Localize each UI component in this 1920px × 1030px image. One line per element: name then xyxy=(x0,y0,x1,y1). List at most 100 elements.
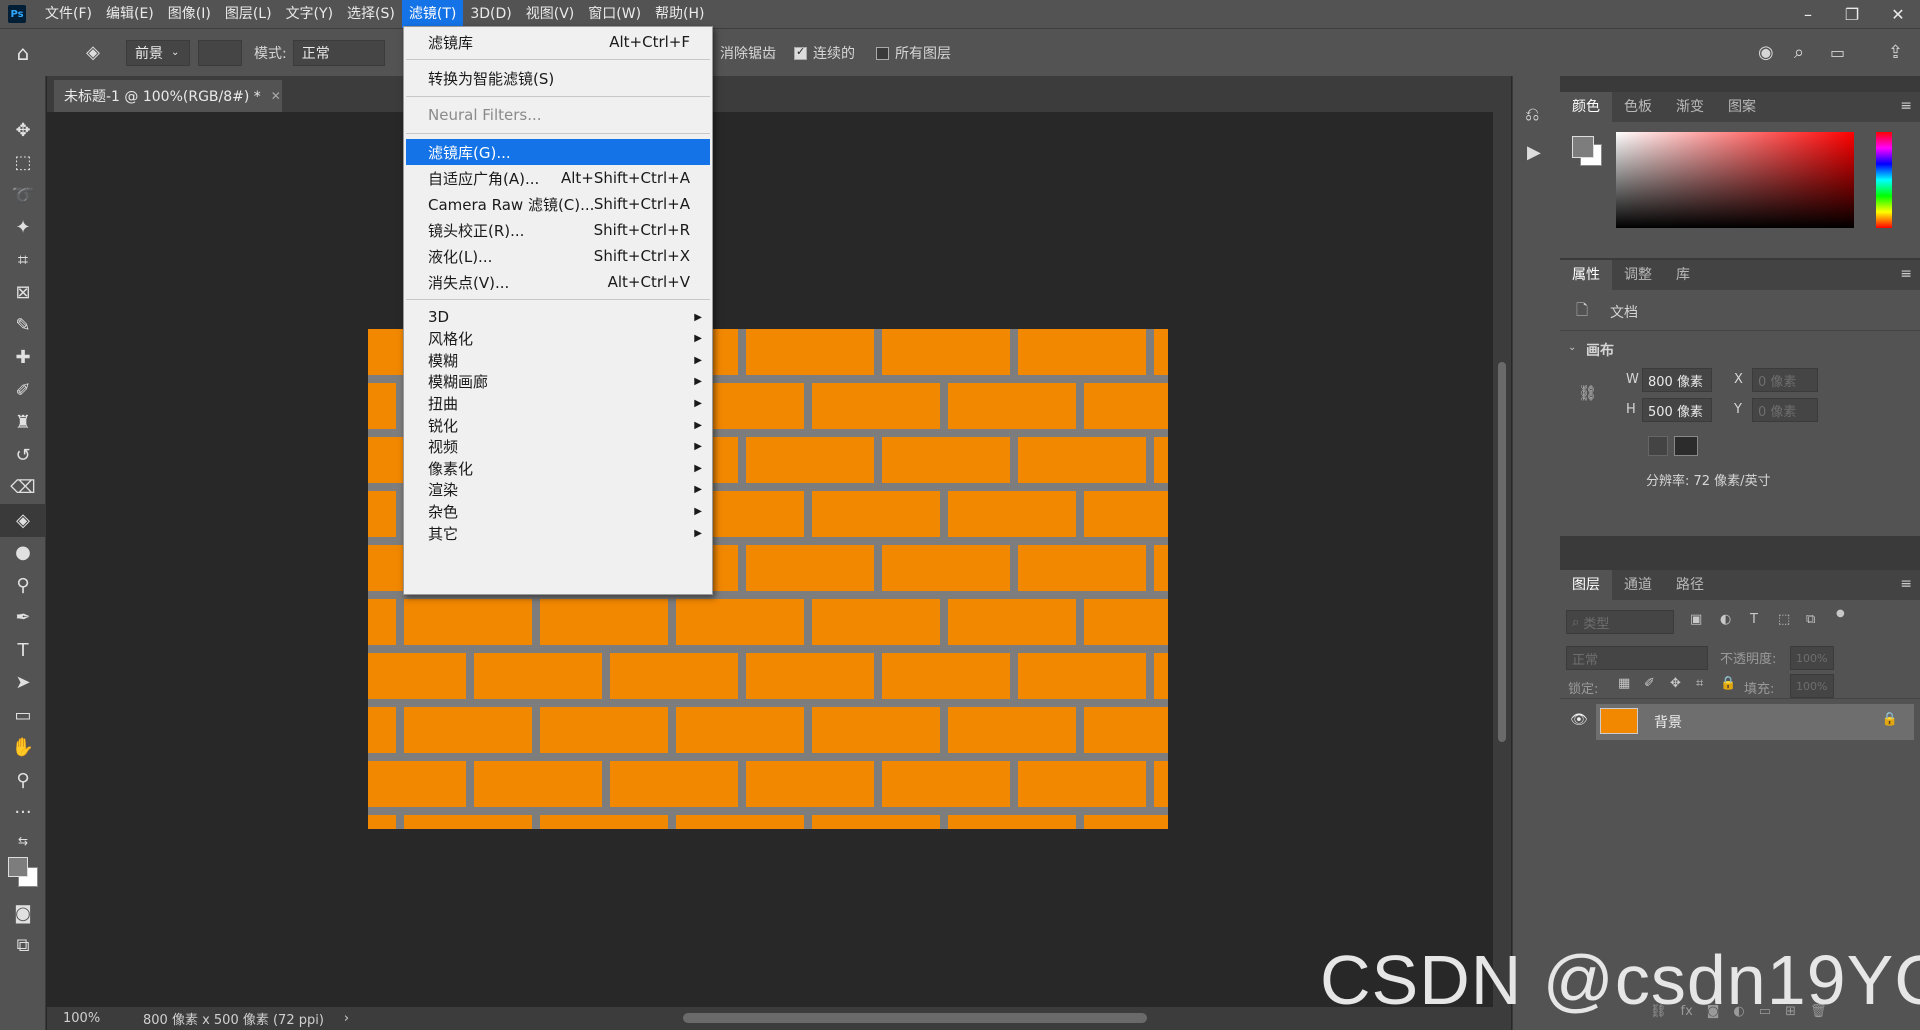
menu-item-neural-filters[interactable]: Neural Filters... xyxy=(406,102,710,128)
lock-position-icon[interactable]: ✥ xyxy=(1670,676,1681,691)
adjustment-filter-icon[interactable]: ◐ xyxy=(1720,612,1731,627)
fill-field[interactable]: 100% xyxy=(1790,674,1834,698)
lock-artboard-icon[interactable]: ⌗ xyxy=(1696,676,1703,691)
quick-mask-icon[interactable]: ◙ xyxy=(0,897,46,930)
vertical-scrollbar[interactable] xyxy=(1493,112,1511,1007)
fill-source-select[interactable]: 前景 ⌄ xyxy=(126,39,190,66)
height-field[interactable]: 500 像素 xyxy=(1642,398,1712,422)
link-icon[interactable]: ⛓ xyxy=(1578,384,1597,402)
move-tool-icon[interactable]: ✥ xyxy=(0,114,46,147)
foreground-color-chip[interactable] xyxy=(1572,136,1594,158)
menu-item-convert-smart-filters[interactable]: 转换为智能滤镜(S) xyxy=(406,65,710,91)
document-tab[interactable]: 未标题-1 @ 100%(RGB/8#) * ✕ xyxy=(54,80,282,112)
history-brush-tool-icon[interactable]: ↺ xyxy=(0,439,46,472)
submenu-item[interactable]: 像素化 ▶ xyxy=(406,457,710,479)
menu-view[interactable]: 视图(V) xyxy=(519,0,582,28)
panel-menu-icon[interactable]: ≡ xyxy=(1900,266,1912,282)
eye-visibility-icon[interactable]: 👁 xyxy=(1570,712,1588,728)
pen-tool-icon[interactable]: ✒ xyxy=(0,602,46,635)
brush-tool-icon[interactable]: ✐ xyxy=(0,374,46,407)
lasso-tool-icon[interactable]: ➰ xyxy=(0,179,46,212)
tab-properties[interactable]: 属性 xyxy=(1560,260,1612,290)
color-swatches[interactable] xyxy=(0,853,45,897)
menu-item-liquify[interactable]: 液化(L)... Shift+Ctrl+X xyxy=(406,243,710,269)
contiguous-checkbox[interactable]: 连续的 xyxy=(794,43,855,63)
opacity-field[interactable]: 100% xyxy=(1790,646,1834,670)
menu-item-lens-correction[interactable]: 镜头校正(R)... Shift+Ctrl+R xyxy=(406,217,710,243)
menu-edit[interactable]: 编辑(E) xyxy=(99,0,161,28)
history-icon[interactable]: ⎌ xyxy=(1525,104,1539,125)
color-field[interactable] xyxy=(1616,132,1854,228)
vertical-scroll-thumb[interactable] xyxy=(1498,362,1506,742)
crop-tool-icon[interactable]: ⌗ xyxy=(0,244,46,277)
smart-object-filter-icon[interactable]: ⧉ xyxy=(1806,612,1815,627)
magic-wand-tool-icon[interactable]: ✦ xyxy=(0,212,46,245)
eraser-tool-icon[interactable]: ⌫ xyxy=(0,472,46,505)
dodge-tool-icon[interactable]: ⚲ xyxy=(0,569,46,602)
healing-brush-tool-icon[interactable]: ✚ xyxy=(0,342,46,375)
swap-colors-icon[interactable]: ⇆ xyxy=(0,829,46,853)
blur-tool-icon[interactable]: ● xyxy=(0,537,46,570)
share-icon[interactable]: ⇪ xyxy=(1888,42,1903,63)
menu-select[interactable]: 选择(S) xyxy=(340,0,402,28)
tab-patterns[interactable]: 图案 xyxy=(1716,92,1768,122)
hand-tool-icon[interactable]: ✋ xyxy=(0,732,46,765)
blend-mode-select[interactable]: 正常 xyxy=(1566,646,1708,670)
minimize-icon[interactable]: – xyxy=(1790,0,1826,28)
menu-item-camera-raw[interactable]: Camera Raw 滤镜(C)... Shift+Ctrl+A xyxy=(406,191,710,217)
close-tab-icon[interactable]: ✕ xyxy=(271,89,281,103)
lock-pixels-icon[interactable]: ✐ xyxy=(1644,676,1655,691)
horizontal-scroll-thumb[interactable] xyxy=(683,1013,1147,1023)
submenu-item[interactable]: 风格化 ▶ xyxy=(406,328,710,350)
filter-toggle-icon[interactable]: ● xyxy=(1836,608,1845,619)
rectangle-tool-icon[interactable]: ▭ xyxy=(0,699,46,732)
tab-layers[interactable]: 图层 xyxy=(1560,570,1612,600)
all-layers-checkbox[interactable]: 所有图层 xyxy=(876,43,951,63)
lock-transparent-icon[interactable]: ▦ xyxy=(1618,676,1630,691)
menu-help[interactable]: 帮助(H) xyxy=(648,0,711,28)
tab-channels[interactable]: 通道 xyxy=(1612,570,1664,600)
restore-icon[interactable]: ❐ xyxy=(1834,0,1870,28)
mode-select[interactable]: 正常 xyxy=(292,39,385,66)
menu-3d[interactable]: 3D(D) xyxy=(463,0,518,28)
landscape-orientation-icon[interactable] xyxy=(1674,436,1698,456)
chevron-right-icon[interactable]: › xyxy=(344,1011,349,1026)
pattern-picker[interactable] xyxy=(198,39,242,66)
portrait-orientation-icon[interactable] xyxy=(1648,436,1668,456)
tab-adjustments[interactable]: 调整 xyxy=(1612,260,1664,290)
type-tool-icon[interactable]: T xyxy=(0,634,46,667)
menu-item-adaptive-wide-angle[interactable]: 自适应广角(A)... Alt+Shift+Ctrl+A xyxy=(406,165,710,191)
submenu-item[interactable]: 3D ▶ xyxy=(406,306,710,328)
menu-type[interactable]: 文字(Y) xyxy=(279,0,340,28)
tab-paths[interactable]: 路径 xyxy=(1664,570,1716,600)
panel-menu-icon[interactable]: ≡ xyxy=(1900,576,1912,592)
submenu-item[interactable]: 杂色 ▶ xyxy=(406,500,710,522)
actions-play-icon[interactable]: ▶ xyxy=(1527,142,1541,163)
hue-slider[interactable] xyxy=(1876,132,1892,228)
submenu-item[interactable]: 扭曲 ▶ xyxy=(406,392,710,414)
eyedropper-tool-icon[interactable]: ✎ xyxy=(0,309,46,342)
lock-all-icon[interactable]: 🔒 xyxy=(1720,676,1736,691)
close-icon[interactable]: ✕ xyxy=(1880,0,1916,28)
tab-gradients[interactable]: 渐变 xyxy=(1664,92,1716,122)
more-tools-icon[interactable]: ··· xyxy=(0,797,46,830)
paint-bucket-tool-icon[interactable]: ◈ xyxy=(0,504,46,537)
submenu-item[interactable]: 其它 ▶ xyxy=(406,522,710,544)
home-icon[interactable]: ⌂ xyxy=(0,41,46,65)
menu-item-filter-gallery-last[interactable]: 滤镜库 Alt+Ctrl+F xyxy=(406,29,710,55)
search-icon[interactable]: ⌕ xyxy=(1794,42,1804,63)
pixel-filter-icon[interactable]: ▣ xyxy=(1690,612,1702,627)
menu-layer[interactable]: 图层(L) xyxy=(218,0,279,28)
panel-menu-icon[interactable]: ≡ xyxy=(1900,98,1912,114)
foreground-color-swatch[interactable] xyxy=(8,857,28,877)
screen-mode-icon[interactable]: ⧉ xyxy=(0,930,46,963)
paint-bucket-preset-icon[interactable]: ◈ xyxy=(66,42,120,63)
submenu-item[interactable]: 视频 ▶ xyxy=(406,436,710,458)
submenu-item[interactable]: 模糊 ▶ xyxy=(406,349,710,371)
tab-color[interactable]: 颜色 xyxy=(1560,92,1612,122)
clone-stamp-tool-icon[interactable]: ♜ xyxy=(0,407,46,440)
zoom-tool-icon[interactable]: ⚲ xyxy=(0,764,46,797)
submenu-item[interactable]: 模糊画廊 ▶ xyxy=(406,371,710,393)
frame-tool-icon[interactable]: ⊠ xyxy=(0,277,46,310)
chevron-down-icon[interactable]: ⌄ xyxy=(1568,342,1576,353)
